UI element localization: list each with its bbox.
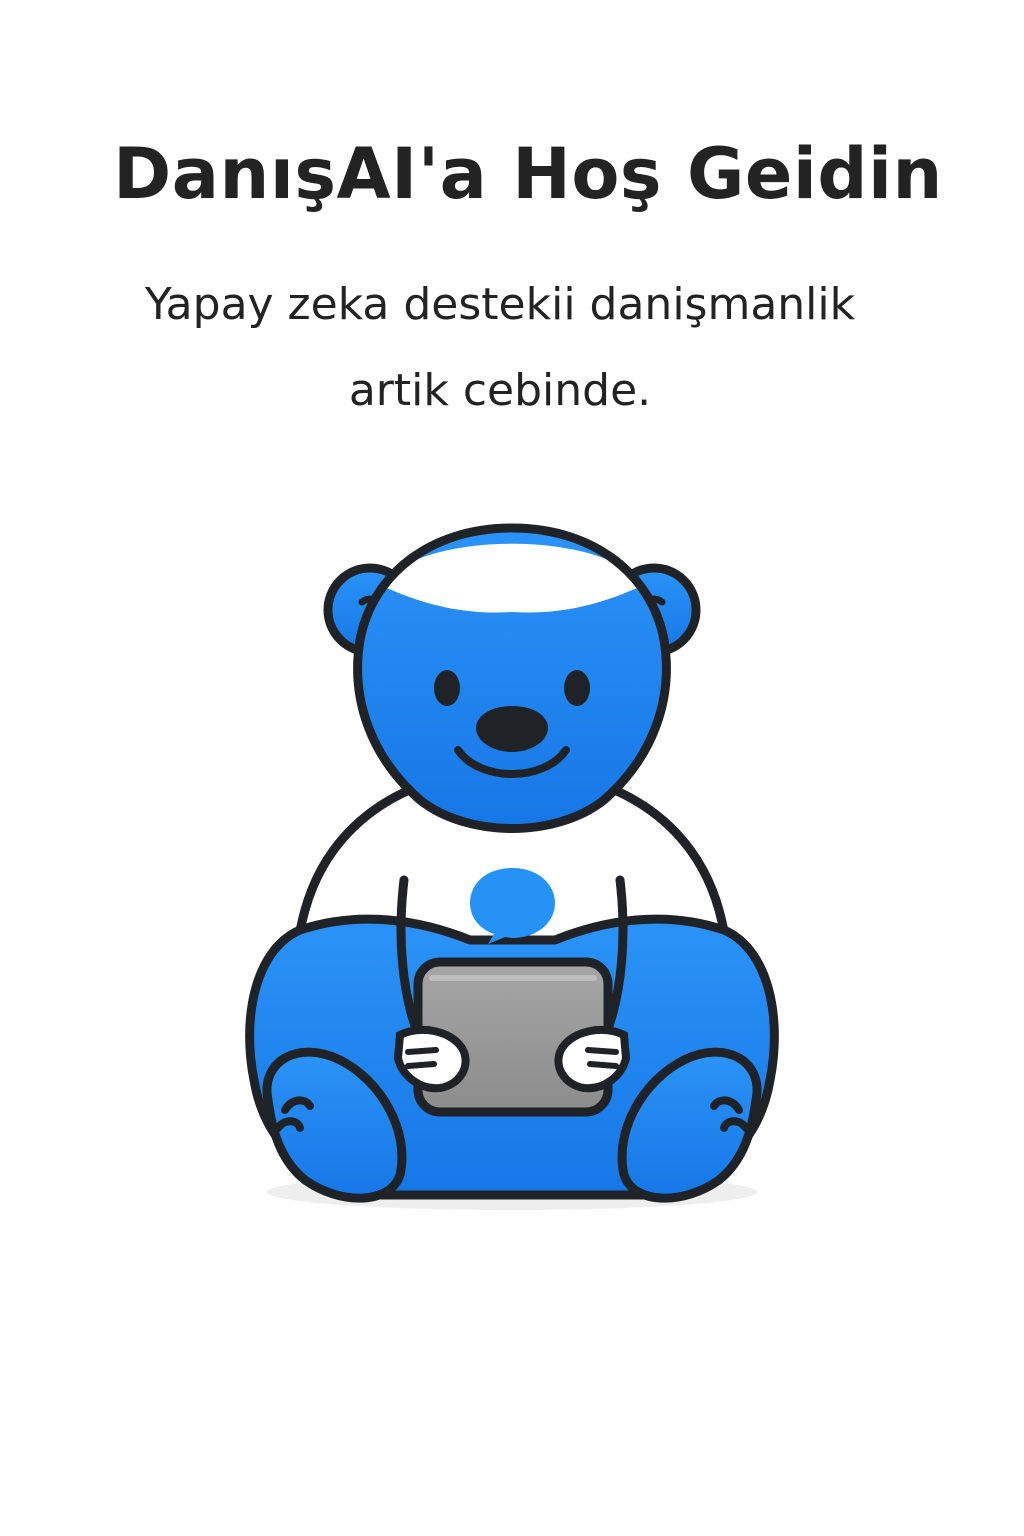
- welcome-title: DanışAI'a Hoş Geidin: [113, 133, 943, 215]
- bear-right-eye: [564, 670, 590, 706]
- welcome-screen: DanışAI'a Hoş Geidin Yapay zeka destekii…: [0, 0, 1024, 1536]
- welcome-subtitle-line-2: artik cebinde.: [348, 365, 652, 416]
- bear-left-eye: [434, 670, 460, 706]
- welcome-subtitle: Yapay zeka destekii danişmanlik artik ce…: [0, 262, 1000, 434]
- bear-mascot-icon: [245, 523, 779, 1210]
- bear-left-paw: [393, 1025, 470, 1093]
- bear-right-paw: [554, 1025, 631, 1093]
- welcome-subtitle-line-1: Yapay zeka destekii danişmanlik: [144, 279, 856, 330]
